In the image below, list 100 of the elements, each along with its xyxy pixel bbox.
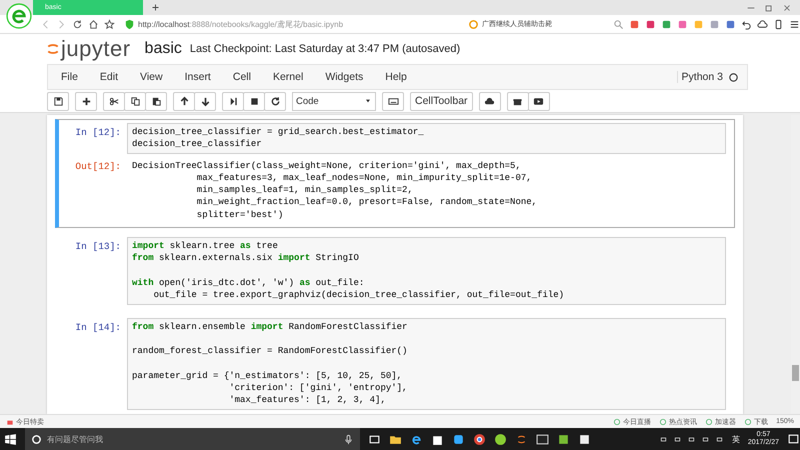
code-cell[interactable]: In [13]: import sklearn.tree as tree from sklearn.externals.six import StringIO with open('iris_dtc.dot', 'w') as out_file: out_file = tree.export_graphviz(decision_tree_classifier, out_file=out_file) bbox=[55, 233, 735, 309]
microphone-icon[interactable] bbox=[343, 434, 354, 444]
reload-icon[interactable] bbox=[72, 18, 83, 30]
menu-item[interactable]: Cell bbox=[232, 71, 262, 83]
kernel-name: Python 3 bbox=[682, 71, 723, 83]
paste-icon bbox=[150, 96, 162, 106]
menu-item[interactable]: Edit bbox=[100, 71, 130, 83]
scissors-icon bbox=[108, 96, 120, 106]
jupyter-logo[interactable]: jupyter bbox=[46, 36, 131, 62]
insert-cell-button[interactable] bbox=[75, 92, 97, 110]
chrome-icon[interactable] bbox=[473, 432, 486, 446]
menu-item[interactable]: File bbox=[61, 71, 89, 83]
menu-item[interactable]: Insert bbox=[184, 71, 222, 83]
extension-icon[interactable] bbox=[677, 18, 688, 30]
code-line: random_forest_classifier = RandomForestClassifier() bbox=[132, 345, 408, 358]
scroll-thumb[interactable] bbox=[792, 365, 799, 381]
app-icon[interactable] bbox=[452, 432, 465, 446]
close-icon[interactable] bbox=[782, 2, 792, 12]
stop-icon bbox=[248, 96, 260, 106]
code-line: from sklearn.externals.six import StringIO bbox=[132, 252, 360, 265]
search-icon[interactable] bbox=[613, 18, 624, 30]
run-button[interactable] bbox=[222, 92, 244, 110]
status-icon bbox=[659, 418, 668, 426]
app-icon[interactable] bbox=[557, 432, 570, 446]
phone-icon[interactable] bbox=[773, 18, 784, 30]
notebook-title[interactable]: basic bbox=[144, 40, 182, 58]
code-line: import sklearn.tree as tree bbox=[132, 240, 279, 252]
input-prompt: In [14]: bbox=[74, 320, 122, 333]
code-line: from sklearn.ensemble import RandomForestClassifier bbox=[132, 320, 408, 333]
cloud-icon[interactable] bbox=[757, 18, 768, 30]
copy-icon bbox=[130, 96, 140, 106]
cloud-upload-icon bbox=[484, 96, 496, 106]
output-line: min_samples_leaf=1, min_samples_split=2, bbox=[196, 184, 414, 196]
arrow-down-icon bbox=[200, 96, 210, 106]
code-editor[interactable]: decision_tree_classifier = grid_search.best_estimator_ decision_tree_classifier bbox=[127, 123, 726, 154]
output-prompt: Out[12]: bbox=[74, 160, 122, 172]
taskbar-search-field[interactable]: 有问题尽管问我 bbox=[25, 428, 360, 450]
app-icon[interactable] bbox=[494, 432, 507, 446]
restart-icon bbox=[270, 96, 280, 106]
caret-icon bbox=[364, 97, 372, 105]
plus-icon[interactable] bbox=[151, 3, 160, 12]
code-editor[interactable]: import sklearn.tree as tree from sklearn.externals.six import StringIO with open('iris_dtc.dot', 'w') as out_file: out_file = tree.export_graphviz(decision_tree_classifier, out_file=out_file) bbox=[127, 237, 726, 305]
paste-button[interactable] bbox=[145, 92, 167, 110]
start-icon[interactable] bbox=[4, 432, 17, 446]
plus-icon bbox=[80, 96, 92, 106]
output-line: min_weight_fraction_leaf=0.0, presort=False, random_state=None, bbox=[196, 196, 538, 209]
home-icon[interactable] bbox=[88, 18, 99, 30]
code-editor[interactable] bbox=[127, 318, 726, 410]
keyboard-button[interactable] bbox=[382, 92, 404, 110]
menu-item[interactable]: Help bbox=[385, 71, 418, 83]
input-prompt: In [13]: bbox=[74, 240, 122, 252]
floppy-icon bbox=[52, 96, 64, 106]
code-cell[interactable] bbox=[55, 119, 735, 228]
play-icon bbox=[533, 96, 544, 106]
extension-icon[interactable] bbox=[645, 18, 656, 30]
kernel-idle-icon bbox=[728, 72, 739, 82]
jupyter-arcs-icon bbox=[46, 41, 60, 57]
restart-button[interactable] bbox=[264, 92, 286, 110]
save-button[interactable] bbox=[47, 92, 69, 110]
cell-type-dropdown[interactable]: Code bbox=[292, 92, 376, 110]
output-line: splitter='best') bbox=[196, 208, 284, 222]
status-icon bbox=[613, 418, 622, 426]
terminal-icon[interactable] bbox=[536, 432, 549, 446]
task-view-icon[interactable] bbox=[368, 432, 381, 446]
status-icon bbox=[705, 418, 714, 426]
search-engine-icon bbox=[468, 18, 480, 30]
extension-icon[interactable] bbox=[725, 18, 736, 30]
shield-icon bbox=[124, 18, 135, 30]
menu-icon[interactable] bbox=[789, 18, 800, 30]
cut-button[interactable] bbox=[103, 92, 125, 110]
cortana-icon bbox=[31, 434, 42, 444]
output-line: max_features=3, max_leaf_nodes=None, min_impurity_split=1e-07, bbox=[196, 172, 533, 184]
checkpoint-status: Last Checkpoint: Last Saturday at 3:47 PM (autosaved) bbox=[190, 43, 460, 55]
input-method-indicator[interactable]: 英 bbox=[732, 434, 740, 444]
undo-icon[interactable] bbox=[741, 18, 752, 30]
upload-button[interactable] bbox=[478, 92, 501, 110]
code-line: decision_tree_classifier = grid_search.best_estimator_ bbox=[132, 126, 425, 138]
move-up-button[interactable] bbox=[173, 92, 195, 110]
menu-item[interactable]: Kernel bbox=[272, 71, 314, 83]
app-icon[interactable] bbox=[578, 432, 591, 446]
menu-item[interactable]: Widgets bbox=[325, 71, 374, 83]
tray-icon[interactable] bbox=[672, 434, 682, 444]
star-icon[interactable] bbox=[104, 18, 115, 30]
code-line: out_file = tree.export_graphviz(decision_tree_classifier, out_file=out_file) bbox=[152, 289, 566, 302]
stop-button[interactable] bbox=[243, 92, 265, 110]
arrow-up-icon bbox=[178, 96, 190, 106]
status-icon bbox=[744, 418, 752, 426]
gift-button[interactable] bbox=[506, 92, 529, 110]
celltoolbar-button[interactable]: CellToolbar bbox=[410, 92, 473, 110]
video-button[interactable] bbox=[528, 92, 550, 110]
code-line: with open('iris_dtc.dot', 'w') as out_file: bbox=[132, 276, 366, 290]
restore-icon[interactable] bbox=[764, 2, 774, 12]
menu-item[interactable]: View bbox=[140, 71, 174, 83]
extension-icon[interactable] bbox=[629, 18, 640, 30]
output-line: DecisionTreeClassifier(class_weight=None, criterion='gini', max_depth=5, bbox=[132, 160, 522, 172]
code-line: 'criterion': ['gini', 'entropy'], bbox=[228, 382, 408, 394]
copy-button[interactable] bbox=[124, 92, 146, 110]
extension-icon[interactable] bbox=[661, 18, 672, 30]
move-down-button[interactable] bbox=[194, 92, 216, 110]
notification-icon[interactable] bbox=[787, 432, 800, 446]
